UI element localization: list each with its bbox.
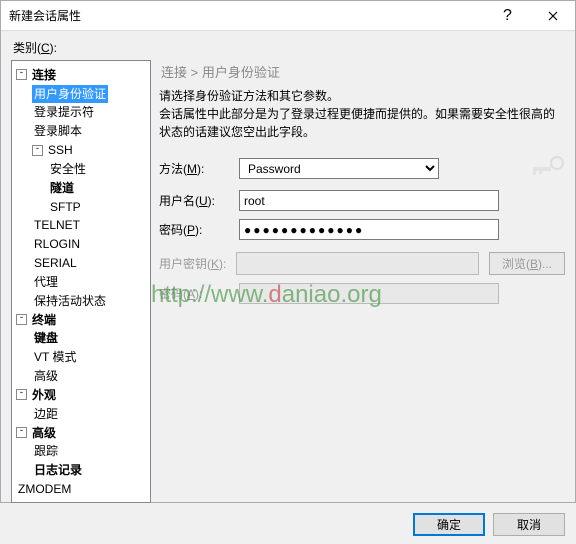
method-select[interactable]: Password <box>239 158 439 179</box>
passphrase-label: 密码(A): <box>159 285 239 302</box>
key-icon <box>531 155 565 182</box>
toggle-icon[interactable]: - <box>16 427 27 438</box>
description: 请选择身份验证方法和其它参数。 会话属性中此部分是为了登录过程更便捷而提供的。如… <box>159 87 565 141</box>
tree-vt[interactable]: VT 模式 <box>32 348 78 366</box>
tree-advanced[interactable]: 高级 <box>30 424 58 442</box>
tree-connection[interactable]: 连接 <box>30 66 58 84</box>
breadcrumb: 连接 > 用户身份验证 <box>159 60 565 87</box>
tree-zmodem[interactable]: ZMODEM <box>16 480 73 498</box>
tree-ssh[interactable]: SSH <box>46 141 75 159</box>
window-title: 新建会话属性 <box>9 7 485 24</box>
toggle-icon[interactable]: - <box>16 314 27 325</box>
tree-margin[interactable]: 边距 <box>32 405 60 423</box>
password-input[interactable] <box>239 219 499 240</box>
tree-telnet[interactable]: TELNET <box>32 216 82 234</box>
tree-logging[interactable]: 日志记录 <box>32 461 84 479</box>
ok-button[interactable]: 确定 <box>413 513 485 536</box>
tree-serial[interactable]: SERIAL <box>32 254 79 272</box>
username-input[interactable] <box>239 190 499 211</box>
pubkey-field <box>236 252 479 275</box>
close-button[interactable] <box>530 1 575 30</box>
tree-security[interactable]: 安全性 <box>48 160 88 178</box>
help-button[interactable]: ? <box>485 1 530 30</box>
tree-appearance[interactable]: 外观 <box>30 386 58 404</box>
tree-trace[interactable]: 跟踪 <box>32 442 60 460</box>
tree-keepalive[interactable]: 保持活动状态 <box>32 292 108 310</box>
username-label: 用户名(U): <box>159 192 239 209</box>
cancel-button[interactable]: 取消 <box>493 513 565 536</box>
category-tree[interactable]: -连接 用户身份验证 登录提示符 登录脚本 -SSH 安全性 隧道 SFTP <box>11 60 151 503</box>
tree-auth[interactable]: 用户身份验证 <box>32 85 108 103</box>
category-label: 类别(C): <box>13 39 565 56</box>
method-label: 方法(M): <box>159 160 239 177</box>
tree-adv-term[interactable]: 高级 <box>32 367 60 385</box>
tree-terminal[interactable]: 终端 <box>30 311 58 329</box>
toggle-icon[interactable]: - <box>16 389 27 400</box>
tree-login-prompt[interactable]: 登录提示符 <box>32 103 96 121</box>
toggle-icon[interactable]: - <box>16 69 27 80</box>
tree-rlogin[interactable]: RLOGIN <box>32 235 82 253</box>
tree-login-script[interactable]: 登录脚本 <box>32 122 84 140</box>
passphrase-input <box>239 283 499 304</box>
tree-tunnel[interactable]: 隧道 <box>48 179 76 197</box>
pubkey-label: 用户密钥(K): <box>159 255 226 272</box>
tree-keyboard[interactable]: 键盘 <box>32 329 60 347</box>
password-label: 密码(P): <box>159 221 239 238</box>
tree-proxy[interactable]: 代理 <box>32 273 60 291</box>
browse-button: 浏览(B)... <box>489 252 565 275</box>
toggle-icon[interactable]: - <box>32 145 43 156</box>
tree-sftp[interactable]: SFTP <box>48 198 83 216</box>
